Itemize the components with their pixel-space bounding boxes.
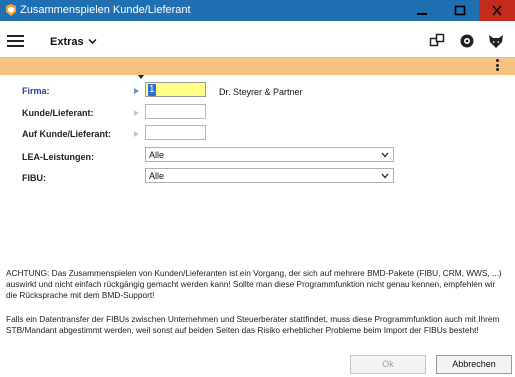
auf-kunde-lieferant-field[interactable]	[145, 125, 206, 140]
window-arrange-icon[interactable]	[429, 33, 445, 49]
auf-kunde-lieferant-lookup-arrow[interactable]	[134, 131, 139, 137]
datatransfer-note: Falls ein Datentransfer der FIBUs zwisch…	[6, 314, 500, 335]
kunde-lieferant-lookup-arrow[interactable]	[134, 110, 139, 116]
kunde-lieferant-label: Kunde/Lieferant:	[22, 108, 94, 118]
help-icon[interactable]	[459, 33, 475, 49]
cancel-button[interactable]: Abbrechen	[436, 355, 512, 374]
fox-icon[interactable]	[488, 33, 504, 49]
firma-field[interactable]: 1	[145, 82, 206, 97]
hamburger-menu-icon[interactable]	[7, 35, 24, 47]
lea-leistungen-value: Alle	[149, 150, 165, 160]
ok-button[interactable]: Ok	[350, 355, 426, 374]
maximize-button[interactable]	[442, 0, 479, 21]
warning-note: ACHTUNG: Das Zusammenspielen von Kunden/…	[6, 268, 502, 300]
close-button[interactable]	[479, 0, 515, 21]
close-icon	[492, 5, 502, 16]
fibu-value: Alle	[149, 171, 165, 181]
fibu-label: FIBU:	[22, 173, 46, 183]
lea-leistungen-select[interactable]: Alle	[145, 147, 394, 162]
window-title: Zusammenspielen Kunde/Lieferant	[20, 4, 191, 16]
lea-leistungen-label: LEA-Leistungen:	[22, 152, 94, 162]
extras-menu[interactable]: Extras	[50, 36, 97, 48]
extras-menu-label: Extras	[50, 36, 84, 48]
more-vertical-icon[interactable]	[496, 59, 500, 73]
firma-value: 1	[148, 84, 156, 96]
minimize-button[interactable]	[404, 0, 441, 21]
firma-lookup-arrow[interactable]	[134, 88, 139, 94]
fibu-select[interactable]: Alle	[145, 168, 394, 183]
firma-label: Firma:	[22, 86, 50, 96]
toolbar: Extras	[0, 21, 515, 57]
dropdown-arrow-icon	[381, 152, 389, 158]
column-marker	[138, 75, 144, 79]
app-icon	[6, 4, 16, 16]
maximize-icon	[454, 5, 466, 16]
dropdown-arrow-icon	[381, 173, 389, 179]
auf-kunde-lieferant-label: Auf Kunde/Lieferant:	[22, 129, 111, 139]
kunde-lieferant-field[interactable]	[145, 104, 206, 119]
firma-name: Dr. Steyrer & Partner	[219, 87, 303, 97]
chevron-down-icon	[88, 38, 97, 45]
minimize-icon	[417, 13, 427, 15]
title-bar: Zusammenspielen Kunde/Lieferant	[0, 0, 515, 21]
action-strip	[0, 57, 515, 75]
